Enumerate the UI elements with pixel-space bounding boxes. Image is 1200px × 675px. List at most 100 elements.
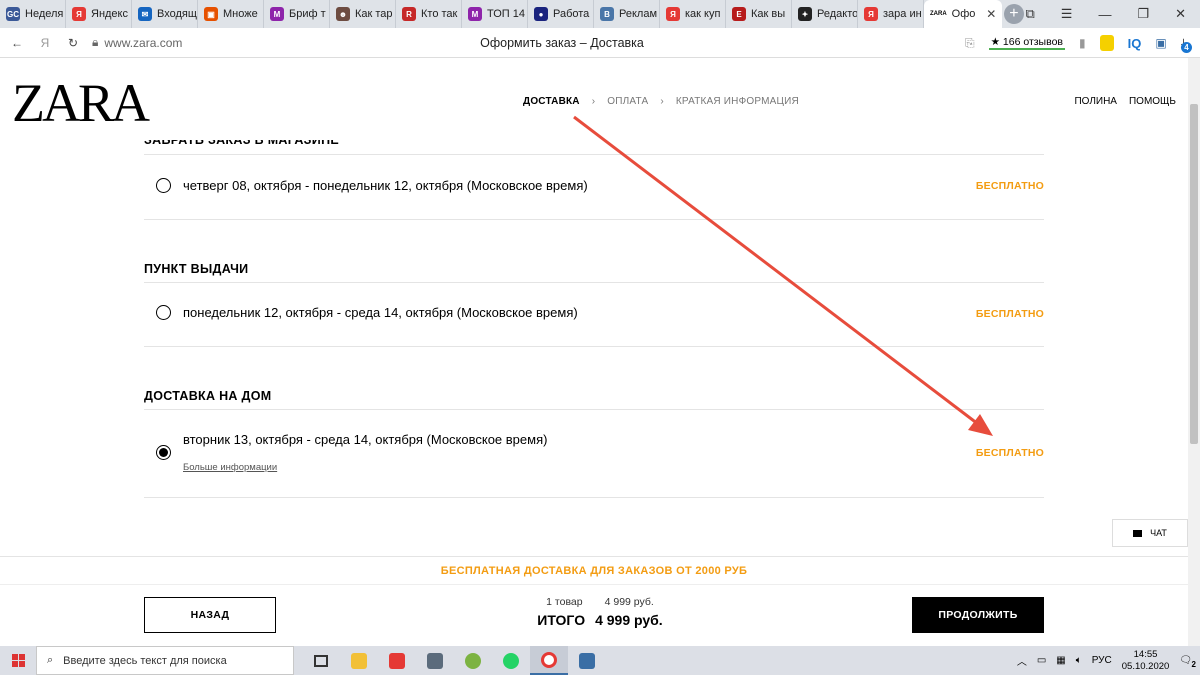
browser-tab[interactable]: В Реклам — [594, 0, 660, 28]
chat-button[interactable]: ЧАТ — [1112, 519, 1188, 547]
browser-tab[interactable]: Якак куп — [660, 0, 726, 28]
tab-active-label: Офо — [951, 8, 976, 20]
footer-divider — [0, 584, 1188, 585]
tab-favicon-icon: М — [270, 7, 284, 21]
zara-logo[interactable]: ZARA — [12, 76, 150, 130]
divider — [144, 282, 1044, 283]
browser-tab[interactable]: R Кто так — [396, 0, 462, 28]
new-tab-button[interactable]: + — [1002, 0, 1025, 28]
browser-tab-label: Как тар — [355, 8, 393, 20]
tab-favicon-icon: ☻ — [336, 7, 350, 21]
scrollbar-thumb[interactable] — [1190, 104, 1198, 444]
close-window-button[interactable]: ✕ — [1175, 6, 1186, 22]
divider — [144, 409, 1044, 410]
user-account-link[interactable]: ПОЛИНА — [1074, 96, 1117, 107]
step-delivery[interactable]: ДОСТАВКА — [523, 96, 580, 107]
tab-list: GC Неделя Я Яндекс ✉ Входящ ▣ Множе М Бриф т ☻ Как … — [0, 0, 924, 28]
network-icon[interactable]: ▦ — [1056, 655, 1065, 666]
radio-home-selected[interactable] — [156, 445, 171, 460]
option-store[interactable]: четверг 08, октября - понедельник 12, ок… — [156, 178, 588, 193]
extension-yellow-icon[interactable] — [1099, 35, 1114, 51]
browser-tab[interactable]: Я Яндекс — [66, 0, 132, 28]
calculator-icon[interactable] — [416, 646, 454, 675]
chat-bubble-icon — [1133, 529, 1143, 537]
window-controls: ⧉ ☰ — ❐ ✕ — [1025, 0, 1200, 28]
taskbar-search-placeholder: Введите здесь текст для поиска — [63, 654, 227, 667]
radio-store[interactable] — [156, 178, 171, 193]
browser-tab[interactable]: Язара ин — [858, 0, 924, 28]
step-separator: › — [660, 96, 664, 107]
option-home-label: вторник 13, октября - среда 14, октября … — [183, 432, 548, 447]
volume-icon[interactable]: 🔈︎ — [1076, 655, 1082, 666]
tab-favicon-icon: Я — [666, 7, 680, 21]
divider — [144, 219, 1044, 220]
checkout-steps: ДОСТАВКА › ОПЛАТА › КРАТКАЯ ИНФОРМАЦИЯ — [523, 96, 799, 107]
task-view-icon[interactable] — [302, 646, 340, 675]
minimize-button[interactable]: — — [1098, 7, 1111, 22]
reviews-badge[interactable]: ★ 166 отзывов — [988, 36, 1065, 50]
downloads-badge: 4 — [1181, 41, 1192, 53]
downloads-icon[interactable]: ⤓4 — [1181, 36, 1192, 53]
browser-tab-label: Реклам — [619, 8, 658, 20]
page-scrollbar[interactable] — [1188, 58, 1200, 646]
tray-chevron-icon[interactable]: ︿ — [1017, 653, 1027, 668]
option-home[interactable]: вторник 13, октября - среда 14, октября … — [156, 432, 547, 460]
tab-favicon-icon: ✉ — [138, 7, 152, 21]
continue-button[interactable]: ПРОДОЛЖИТЬ — [912, 597, 1044, 633]
step-summary[interactable]: КРАТКАЯ ИНФОРМАЦИЯ — [676, 96, 799, 107]
more-info-link[interactable]: Больше информации — [183, 462, 277, 473]
iq-extension-icon[interactable]: IQ — [1128, 36, 1142, 51]
divider — [144, 154, 1044, 155]
browser-tab[interactable]: ● Работа — [528, 0, 594, 28]
option-store-label: четверг 08, октября - понедельник 12, ок… — [183, 178, 588, 193]
section-title-store: ЗАБРАТЬ ЗАКАЗ В МАГАЗИНЕ — [144, 133, 340, 147]
browser-tab[interactable]: ☻ Как тар — [330, 0, 396, 28]
plus-icon: + — [1003, 4, 1024, 24]
radio-pickup[interactable] — [156, 305, 171, 320]
start-button[interactable] — [0, 654, 36, 667]
back-button[interactable]: НАЗАД — [144, 597, 276, 633]
tab-favicon-icon: Я — [864, 7, 878, 21]
browser-tab[interactable]: Е Как вы — [726, 0, 792, 28]
paint-icon[interactable] — [454, 646, 492, 675]
tab-favicon-icon: В — [600, 7, 614, 21]
step-payment[interactable]: ОПЛАТА — [607, 96, 648, 107]
file-explorer-icon[interactable] — [340, 646, 378, 675]
extension-monitor-icon[interactable]: ▣ — [1155, 36, 1166, 50]
tab-favicon-icon: Е — [732, 7, 746, 21]
user-nav: ПОЛИНА ПОМОЩЬ — [1074, 96, 1176, 107]
notifications-icon[interactable]: 🗨︎ 2 — [1179, 655, 1196, 669]
tabs-overview-icon[interactable]: ⧉ — [1025, 6, 1034, 22]
menu-icon[interactable]: ☰ — [1061, 6, 1073, 22]
browser-tab-label: ТОП 14 — [487, 8, 525, 20]
browser-tab[interactable]: GC Неделя — [0, 0, 66, 28]
yandex-browser-icon[interactable] — [530, 646, 568, 675]
language-indicator[interactable]: РУС — [1092, 655, 1112, 666]
browser-tab[interactable]: ✦ Редакто — [792, 0, 858, 28]
close-tab-icon[interactable]: ✕ — [986, 7, 996, 21]
windows-logo-icon — [11, 654, 25, 667]
browser-tab[interactable]: ▣ Множе — [198, 0, 264, 28]
browser-tab-label: Неделя — [25, 8, 64, 20]
notifications-count: 2 — [1191, 660, 1196, 669]
yandex-app-icon[interactable] — [378, 646, 416, 675]
remote-desktop-icon[interactable] — [568, 646, 606, 675]
tab-favicon-icon: ● — [534, 7, 548, 21]
tab-active[interactable]: ZARA Офо ✕ — [924, 0, 1003, 28]
browser-tab[interactable]: М ТОП 14 — [462, 0, 528, 28]
page-title: Оформить заказ – Доставка — [480, 35, 644, 50]
browser-tab[interactable]: М Бриф т — [264, 0, 330, 28]
browser-tab[interactable]: ✉ Входящ — [132, 0, 198, 28]
bookmark-icon[interactable]: ▮ — [1079, 36, 1086, 50]
browser-tab-strip: GC Неделя Я Яндекс ✉ Входящ ▣ Множе М Бриф т ☻ Как … — [0, 0, 1200, 28]
divider — [144, 346, 1044, 347]
help-link[interactable]: ПОМОЩЬ — [1129, 96, 1176, 107]
battery-icon[interactable]: ▭ — [1037, 655, 1046, 666]
reader-icon[interactable]: ⎘ — [965, 36, 975, 51]
taskbar-search[interactable]: ⌕ Введите здесь текст для поиска — [36, 646, 294, 675]
option-pickup[interactable]: понедельник 12, октября - среда 14, октя… — [156, 305, 578, 320]
step-separator: › — [591, 96, 596, 107]
clock[interactable]: 14:55 05.10.2020 — [1122, 649, 1170, 673]
whatsapp-icon[interactable] — [492, 646, 530, 675]
restore-button[interactable]: ❐ — [1137, 6, 1149, 22]
